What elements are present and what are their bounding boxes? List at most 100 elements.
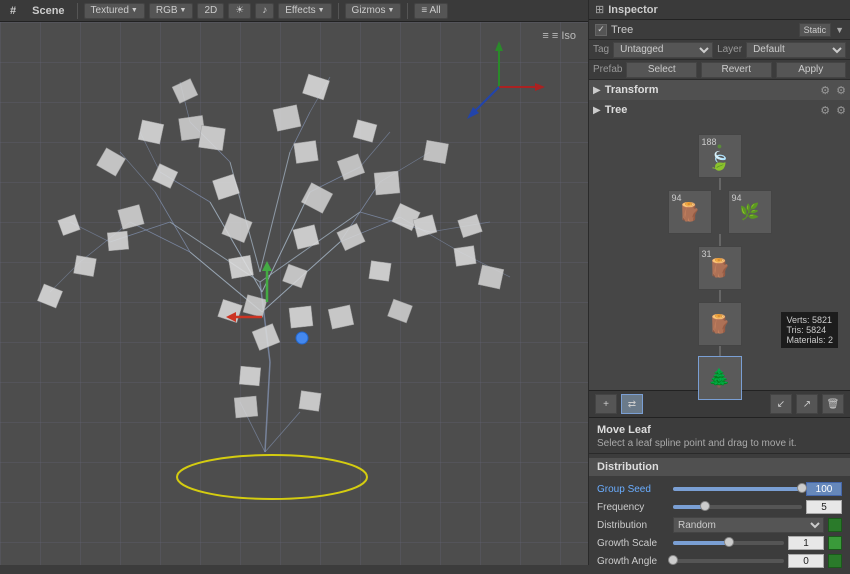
branch-icon-31: 🪵 bbox=[708, 258, 730, 279]
tree-node-base[interactable]: 🌲 bbox=[698, 356, 742, 400]
prefab-label: Prefab bbox=[593, 64, 622, 75]
frequency-slider[interactable] bbox=[673, 505, 802, 509]
distribution-label: Distribution bbox=[597, 520, 669, 531]
group-seed-row: Group Seed 100 bbox=[589, 480, 850, 498]
gizmos-arrow: ▼ bbox=[387, 7, 394, 14]
static-badge: Static bbox=[799, 23, 832, 37]
transform-section: ▶ Transform ⚙ ⚙ bbox=[589, 80, 850, 100]
tree-node-branch-left[interactable]: 94 🪵 bbox=[668, 190, 712, 234]
transform-gear-icon[interactable]: ⚙ bbox=[820, 84, 830, 97]
static-dropdown-arrow[interactable]: ▼ bbox=[835, 25, 844, 35]
scene-panel-label: Scene bbox=[26, 5, 70, 17]
tree-gear2-icon[interactable]: ⚙ bbox=[836, 104, 846, 117]
tree-node-branch-31[interactable]: 31 🪵 bbox=[698, 246, 742, 290]
preview-stats: Verts: 5821 Tris: 5824 Materials: 2 bbox=[781, 312, 838, 348]
growth-scale-label: Growth Scale bbox=[597, 538, 669, 549]
display-mode-arrow: ▼ bbox=[131, 7, 138, 14]
gizmos-btn[interactable]: Gizmos ▼ bbox=[345, 3, 402, 19]
tree-nodes-area: 188 ● 🍃 94 🪵 94 🌿 bbox=[589, 120, 850, 390]
leaf-icon: 🍃 bbox=[708, 151, 730, 172]
search-btn[interactable]: ≡ All bbox=[414, 3, 447, 19]
scene-title: # bbox=[4, 5, 22, 17]
verts-stat: Verts: 5821 bbox=[786, 315, 833, 325]
tree-node-top-leaves[interactable]: 188 ● 🍃 bbox=[698, 134, 742, 178]
viewport-label: ≡ ≡ Iso bbox=[542, 30, 576, 42]
inspector-panel: ⊞ Inspector Tree Static ▼ Tag Untagged L… bbox=[588, 0, 850, 565]
view-mode-btn[interactable]: 2D bbox=[197, 3, 224, 19]
growth-angle-slider[interactable] bbox=[673, 559, 784, 563]
tree-section-header: ▶ Tree ⚙ ⚙ bbox=[589, 100, 850, 120]
scene-viewport[interactable]: ≡ ≡ Iso bbox=[0, 22, 588, 565]
growth-scale-slider[interactable] bbox=[673, 541, 784, 545]
distribution-color-bar bbox=[828, 518, 842, 532]
transform-gear2-icon[interactable]: ⚙ bbox=[836, 84, 846, 97]
node-count-94-left: 94 bbox=[672, 193, 682, 203]
object-row: Tree Static ▼ bbox=[589, 20, 850, 40]
materials-stat: Materials: 2 bbox=[786, 335, 833, 345]
distribution-select[interactable]: Random bbox=[673, 517, 824, 533]
transform-arrow[interactable]: ▶ bbox=[593, 85, 601, 96]
node-count-31: 31 bbox=[702, 249, 712, 259]
apply-btn[interactable]: Apply bbox=[776, 62, 847, 78]
frequency-row: Frequency 5 bbox=[589, 498, 850, 516]
move-leaf-title: Move Leaf bbox=[597, 424, 842, 436]
node-count-188: 188 bbox=[702, 137, 717, 147]
branch-icon-left: 🪵 bbox=[678, 202, 700, 223]
distribution-header: Distribution bbox=[589, 458, 850, 476]
growth-scale-color-bar bbox=[828, 536, 842, 550]
display-mode-btn[interactable]: Textured ▼ bbox=[84, 3, 145, 19]
frequency-value[interactable]: 5 bbox=[806, 500, 842, 514]
leaf-indicator: ● bbox=[717, 141, 722, 151]
distribution-type-row: Distribution Random bbox=[589, 516, 850, 534]
leaf-icon-right: 🌿 bbox=[740, 202, 760, 222]
select-btn[interactable]: Select bbox=[626, 62, 697, 78]
node-count-94-right: 94 bbox=[732, 193, 742, 203]
growth-angle-value[interactable]: 0 bbox=[788, 554, 824, 568]
color-mode-btn[interactable]: RGB ▼ bbox=[149, 3, 194, 19]
growth-angle-row: Growth Angle 0 bbox=[589, 552, 850, 570]
tree-component-title: Tree bbox=[605, 104, 628, 116]
tag-label: Tag bbox=[593, 44, 609, 55]
tree-section-arrow[interactable]: ▶ bbox=[593, 105, 601, 116]
tree-visualization bbox=[0, 22, 588, 565]
color-mode-arrow: ▼ bbox=[180, 7, 187, 14]
transform-title: Transform bbox=[605, 84, 659, 96]
tree-gear-icon[interactable]: ⚙ bbox=[820, 104, 830, 117]
transform-header: ▶ Transform ⚙ ⚙ bbox=[589, 80, 850, 100]
revert-btn[interactable]: Revert bbox=[701, 62, 772, 78]
prefab-row: Prefab Select Revert Apply bbox=[589, 60, 850, 80]
growth-scale-row: Growth Scale 1 bbox=[589, 534, 850, 552]
scene-panel: # Scene Textured ▼ RGB ▼ 2D ☀ ♪ Effects … bbox=[0, 0, 588, 565]
tree-base-icon: 🌲 bbox=[708, 368, 730, 389]
audio-btn[interactable]: ♪ bbox=[255, 3, 274, 19]
layer-label: Layer bbox=[717, 44, 742, 55]
distribution-section: Distribution Group Seed 100 Frequency 5 … bbox=[589, 454, 850, 574]
trunk-icon: 🪵 bbox=[708, 314, 730, 335]
effects-btn[interactable]: Effects ▼ bbox=[278, 3, 331, 19]
move-leaf-description: Select a leaf spline point and drag to m… bbox=[597, 438, 842, 449]
toolbar-divider-2 bbox=[338, 3, 339, 19]
layer-select[interactable]: Default bbox=[746, 42, 846, 58]
frequency-label: Frequency bbox=[597, 502, 669, 513]
light-btn[interactable]: ☀ bbox=[228, 3, 251, 19]
object-name: Tree bbox=[611, 24, 795, 36]
effects-arrow: ▼ bbox=[318, 7, 325, 14]
inspector-header: ⊞ Inspector bbox=[589, 0, 850, 20]
tag-select[interactable]: Untagged bbox=[613, 42, 713, 58]
toolbar-divider-1 bbox=[77, 3, 78, 19]
toolbar-divider-3 bbox=[407, 3, 408, 19]
object-active-checkbox[interactable] bbox=[595, 24, 607, 36]
group-seed-slider[interactable] bbox=[673, 487, 802, 491]
tree-node-trunk[interactable]: 🪵 bbox=[698, 302, 742, 346]
group-seed-label: Group Seed bbox=[597, 484, 669, 495]
growth-scale-value[interactable]: 1 bbox=[788, 536, 824, 550]
inspector-icon: ⊞ bbox=[595, 3, 604, 16]
inspector-title: Inspector bbox=[608, 4, 658, 16]
tris-stat: Tris: 5824 bbox=[786, 325, 833, 335]
growth-angle-color-bar bbox=[828, 554, 842, 568]
group-seed-value[interactable]: 100 bbox=[806, 482, 842, 496]
tree-node-leaves-right[interactable]: 94 🌿 bbox=[728, 190, 772, 234]
viewport-icon: ≡ bbox=[542, 30, 551, 42]
move-leaf-section: Move Leaf Select a leaf spline point and… bbox=[589, 418, 850, 454]
scene-toolbar: # Scene Textured ▼ RGB ▼ 2D ☀ ♪ Effects … bbox=[0, 0, 588, 22]
